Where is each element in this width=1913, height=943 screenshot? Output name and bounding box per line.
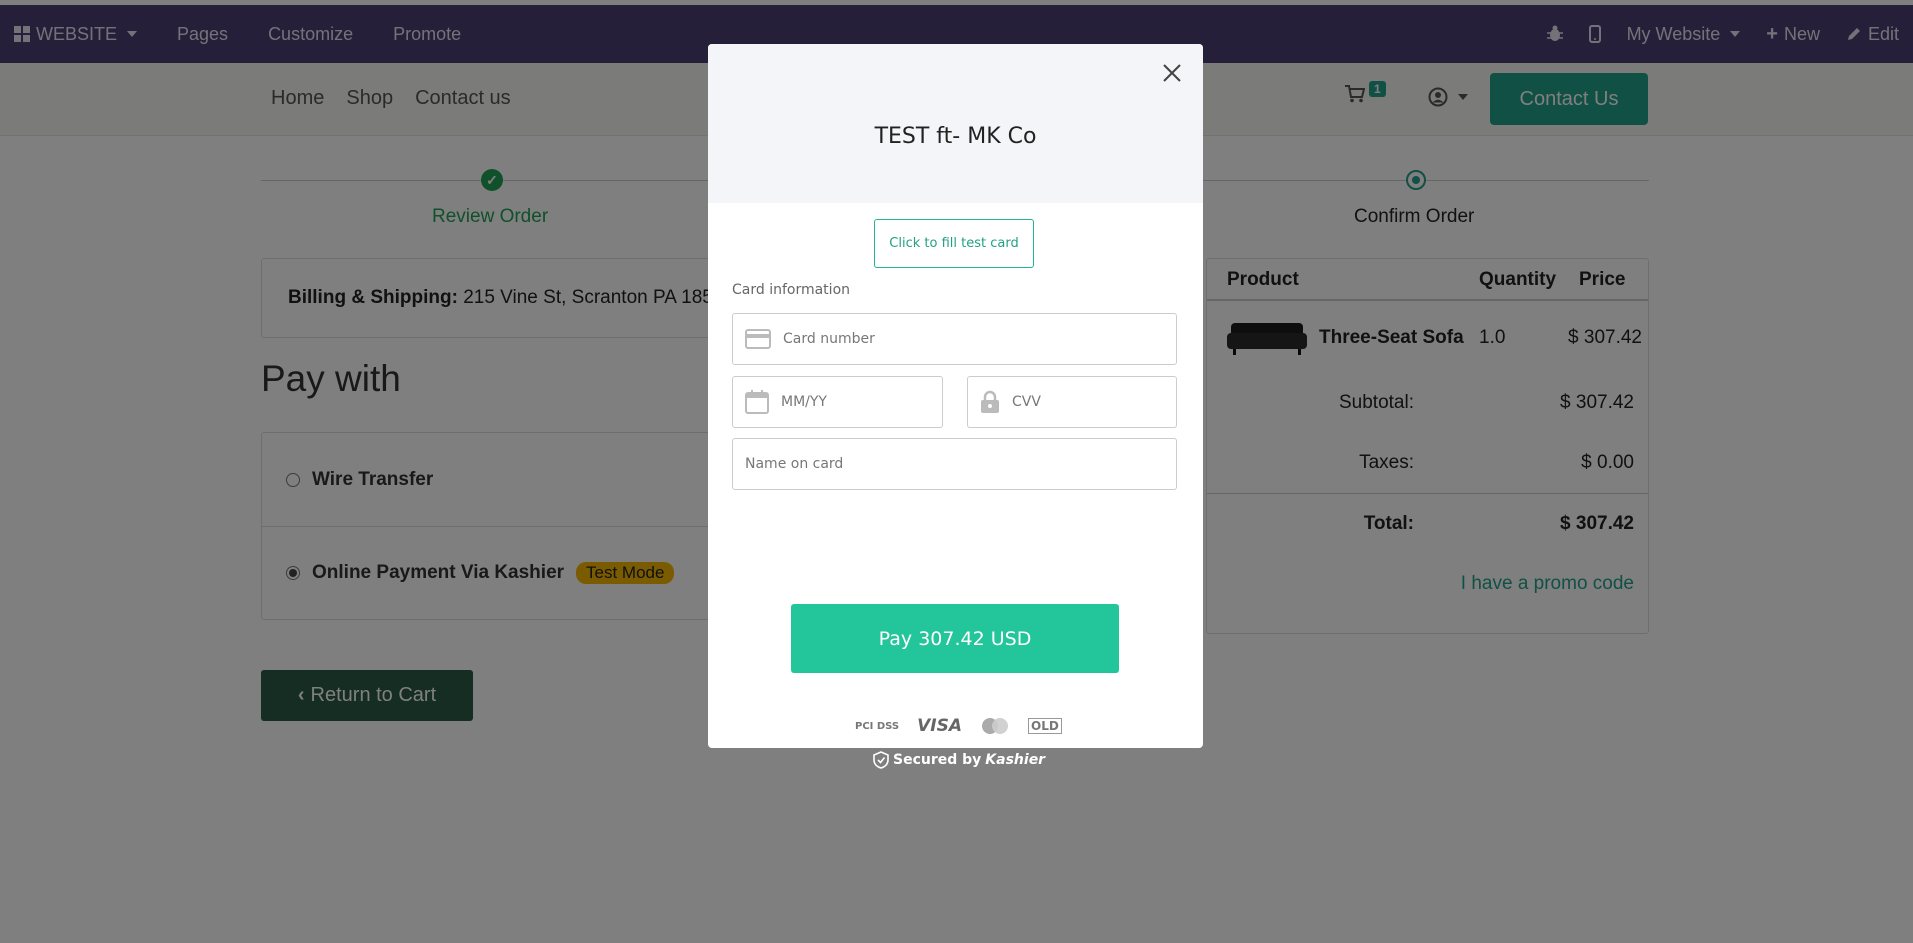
kashier-brand: Kashier bbox=[985, 752, 1046, 768]
secured-by-kashier: Secured by Kashier bbox=[873, 751, 1045, 769]
pci-dss-logo: PCI DSS bbox=[855, 720, 900, 732]
pay-button[interactable]: Pay 307.42 USD bbox=[791, 604, 1119, 673]
merchant-title: TEST ft- MK Co bbox=[874, 124, 1037, 149]
modal-header: TEST ft- MK Co bbox=[708, 44, 1203, 203]
shield-check-icon bbox=[873, 751, 889, 769]
meeza-logo: OLD bbox=[1028, 718, 1062, 734]
name-on-card-field[interactable]: Name on card bbox=[732, 438, 1177, 490]
mastercard-logo bbox=[982, 718, 1009, 734]
payment-modal: TEST ft- MK Co Click to fill test card C… bbox=[708, 44, 1203, 748]
card-info-label: Card information bbox=[732, 282, 851, 298]
close-icon[interactable] bbox=[1159, 60, 1185, 86]
credit-card-icon bbox=[745, 329, 771, 349]
card-number-field[interactable]: Card number bbox=[732, 313, 1177, 365]
expiry-placeholder: MM/YY bbox=[781, 394, 827, 410]
visa-logo: VISA bbox=[917, 716, 963, 736]
cvv-placeholder: CVV bbox=[1012, 394, 1041, 410]
calendar-icon bbox=[745, 390, 769, 414]
card-number-placeholder: Card number bbox=[783, 331, 875, 347]
expiry-field[interactable]: MM/YY bbox=[732, 376, 943, 428]
payment-logos: PCI DSS VISA OLD bbox=[855, 716, 1062, 736]
cvv-field[interactable]: CVV bbox=[967, 376, 1177, 428]
name-placeholder: Name on card bbox=[745, 456, 844, 472]
lock-icon bbox=[981, 390, 999, 413]
fill-test-card-button[interactable]: Click to fill test card bbox=[874, 219, 1034, 268]
secured-label: Secured by bbox=[893, 752, 982, 768]
